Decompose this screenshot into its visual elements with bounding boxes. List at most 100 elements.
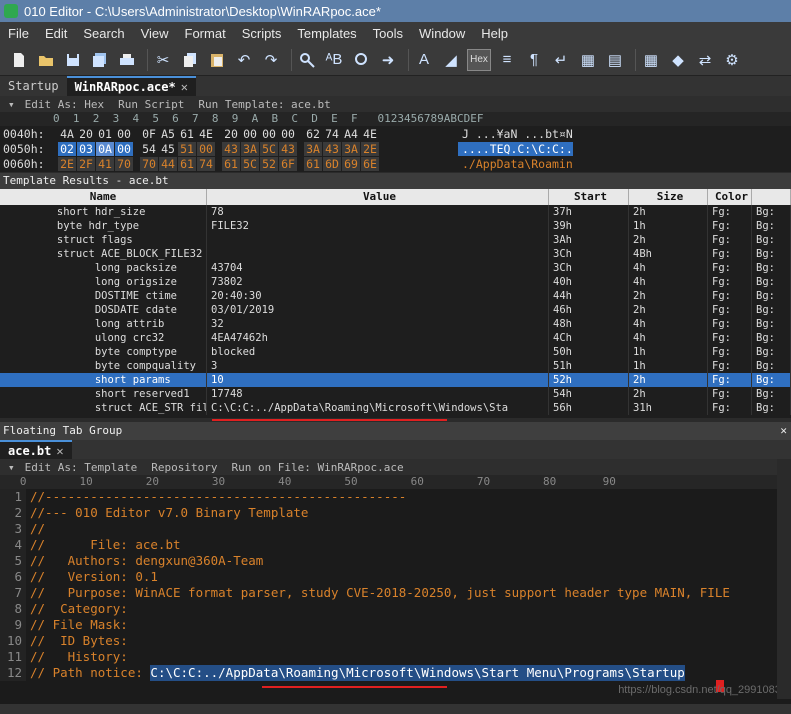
table-row[interactable]: short hdr_size 78 37h 2h Fg: Bg: bbox=[0, 205, 791, 219]
code-line[interactable]: 1 //-------------------------------------… bbox=[0, 489, 791, 505]
hex-row[interactable]: 0060h: 2E 2F 41 70 70 44 61 74 61 5C 52 6F 61 6D 69 6E ./… bbox=[0, 156, 791, 171]
col-value[interactable]: Value bbox=[207, 189, 549, 205]
print-icon[interactable] bbox=[116, 49, 138, 71]
menu-help[interactable]: Help bbox=[473, 26, 516, 41]
text-format-icon[interactable]: A bbox=[413, 49, 435, 71]
menu-file[interactable]: File bbox=[0, 26, 37, 41]
table-row[interactable]: ulong crc32 4EA47462h 4Ch 4h Fg: Bg: bbox=[0, 331, 791, 345]
hex-byte[interactable]: 43 bbox=[222, 141, 240, 156]
table-row[interactable]: long attrib 32 48h 4h Fg: Bg: bbox=[0, 317, 791, 331]
menu-scripts[interactable]: Scripts bbox=[234, 26, 290, 41]
hex-byte[interactable]: 61 bbox=[222, 156, 240, 171]
find-icon[interactable] bbox=[296, 49, 318, 71]
redo-icon[interactable]: ↷ bbox=[260, 49, 282, 71]
save-icon[interactable] bbox=[62, 49, 84, 71]
code-line[interactable]: 10 // ID Bytes: bbox=[0, 633, 791, 649]
hex-byte[interactable]: 61 bbox=[178, 156, 196, 171]
compare-icon[interactable]: ⇄ bbox=[694, 49, 716, 71]
hex-byte[interactable]: 6E bbox=[361, 156, 379, 171]
hex-byte[interactable]: 20 bbox=[77, 127, 95, 141]
hex-ascii[interactable]: J ...¥aN ...bt¤N bbox=[458, 127, 573, 141]
code-editor[interactable]: 1 //-------------------------------------… bbox=[0, 489, 791, 714]
hex-byte[interactable]: A5 bbox=[159, 127, 177, 141]
hex-byte[interactable]: 02 bbox=[58, 141, 76, 156]
highlight-icon[interactable]: ◢ bbox=[440, 49, 462, 71]
hex-byte[interactable]: 6D bbox=[323, 156, 341, 171]
code-line[interactable]: 11 // History: bbox=[0, 649, 791, 665]
code-line[interactable]: 9 // File Mask: bbox=[0, 617, 791, 633]
template-results-table[interactable]: short hdr_size 78 37h 2h Fg: Bg: byte hdr_typ… bbox=[0, 205, 791, 418]
hex-byte[interactable]: 4E bbox=[197, 127, 215, 141]
table-row[interactable]: byte comptype blocked 50h 1h Fg: Bg: bbox=[0, 345, 791, 359]
hex-byte[interactable]: 70 bbox=[140, 156, 158, 171]
edit-as-template-dropdown[interactable]: Edit As: Template bbox=[25, 461, 138, 474]
col-start[interactable]: Start bbox=[549, 189, 629, 205]
calculator-icon[interactable]: ▦ bbox=[640, 49, 662, 71]
table-row[interactable]: short reserved1 17748 54h 2h Fg: Bg: bbox=[0, 387, 791, 401]
col-name[interactable]: Name bbox=[0, 189, 207, 205]
tab-ace-bt[interactable]: ace.bt ✕ bbox=[0, 440, 72, 460]
edit-as-dropdown[interactable]: Edit As: Hex bbox=[25, 98, 104, 111]
col-color[interactable]: Color bbox=[708, 189, 752, 205]
hex-ascii[interactable]: ./AppData\Roamin bbox=[458, 157, 573, 171]
hex-byte[interactable]: 61 bbox=[178, 127, 196, 141]
hex-view[interactable]: 0040h: 4A 20 01 00 0F A5 61 4E 20 00 00 00 62 74 A4 4E J … bbox=[0, 126, 791, 172]
undo-icon[interactable]: ↶ bbox=[233, 49, 255, 71]
code-line[interactable]: 3 // bbox=[0, 521, 791, 537]
hex-byte[interactable]: 4E bbox=[361, 127, 379, 141]
hex-byte[interactable]: 54 bbox=[140, 142, 158, 156]
collapse-icon[interactable]: ▾ bbox=[8, 461, 15, 474]
table-row[interactable]: byte compquality 3 51h 1h Fg: Bg: bbox=[0, 359, 791, 373]
tab-winrarpoc[interactable]: WinRARpoc.ace* ✕ bbox=[66, 76, 196, 96]
code-line[interactable]: 6 // Version: 0.1 bbox=[0, 569, 791, 585]
close-icon[interactable]: ✕ bbox=[181, 80, 188, 94]
vertical-scrollbar[interactable] bbox=[777, 459, 791, 699]
hex-row[interactable]: 0050h: 02 03 0A 00 54 45 51 00 43 3A 5C 43 3A 43 3A 2E..… bbox=[0, 141, 791, 156]
hex-mode-button[interactable]: Hex bbox=[467, 48, 491, 71]
hex-byte[interactable]: 6F bbox=[279, 156, 297, 171]
hex-byte[interactable]: 03 bbox=[77, 141, 95, 156]
menu-tools[interactable]: Tools bbox=[365, 26, 411, 41]
code-line[interactable]: 5 // Authors: dengxun@360A-Team bbox=[0, 553, 791, 569]
table-row[interactable]: short params 10 52h 2h Fg: Bg: bbox=[0, 373, 791, 387]
run-on-file-dropdown[interactable]: Run on File: WinRARpoc.ace bbox=[231, 461, 403, 474]
hex-byte[interactable]: 3A bbox=[241, 141, 259, 156]
hex-ascii[interactable]: ....TEQ.C:\C:C:. bbox=[458, 141, 573, 156]
table-row[interactable]: struct flags 3Ah 2h Fg: Bg: bbox=[0, 233, 791, 247]
col-size[interactable]: Size bbox=[629, 189, 708, 205]
menu-window[interactable]: Window bbox=[411, 26, 473, 41]
code-line[interactable]: 12 // Path notice: C:\C:C:../AppData\Roam… bbox=[0, 665, 791, 681]
goto-arrow-icon[interactable]: ➜ bbox=[377, 49, 399, 71]
hex-byte[interactable]: 51 bbox=[178, 141, 196, 156]
hex-row[interactable]: 0040h: 4A 20 01 00 0F A5 61 4E 20 00 00 00 62 74 A4 4E J … bbox=[0, 126, 791, 141]
hex-byte[interactable]: 43 bbox=[323, 141, 341, 156]
code-line[interactable]: 4 // File: ace.bt bbox=[0, 537, 791, 553]
hex-byte[interactable]: 43 bbox=[279, 141, 297, 156]
hex-byte[interactable]: 44 bbox=[159, 156, 177, 171]
hex-byte[interactable]: 0F bbox=[140, 127, 158, 141]
hex-byte[interactable]: 00 bbox=[197, 141, 215, 156]
hex-byte[interactable]: 74 bbox=[323, 127, 341, 141]
menu-edit[interactable]: Edit bbox=[37, 26, 75, 41]
close-icon[interactable]: ✕ bbox=[56, 444, 63, 458]
run-script-dropdown[interactable]: Run Script bbox=[118, 98, 184, 111]
hex-byte[interactable]: 70 bbox=[115, 156, 133, 171]
copy-icon[interactable] bbox=[179, 49, 201, 71]
hex-byte[interactable]: 4A bbox=[58, 127, 76, 141]
grid-icon[interactable]: ▦ bbox=[577, 49, 599, 71]
tab-startup[interactable]: Startup bbox=[0, 76, 67, 96]
table-row[interactable]: long packsize 43704 3Ch 4h Fg: Bg: bbox=[0, 261, 791, 275]
menu-view[interactable]: View bbox=[133, 26, 177, 41]
hex-byte[interactable]: 20 bbox=[222, 127, 240, 141]
bookmark-icon[interactable]: ◆ bbox=[667, 49, 689, 71]
code-line[interactable]: 8 // Category: bbox=[0, 601, 791, 617]
table-row[interactable]: DOSTIME ctime 20:40:30 44h 2h Fg: Bg: bbox=[0, 289, 791, 303]
open-folder-icon[interactable] bbox=[35, 49, 57, 71]
hex-byte[interactable]: 74 bbox=[197, 156, 215, 171]
paste-icon[interactable] bbox=[206, 49, 228, 71]
hex-byte[interactable]: 45 bbox=[159, 142, 177, 156]
table-row[interactable]: long origsize 73802 40h 4h Fg: Bg: bbox=[0, 275, 791, 289]
repository-dropdown[interactable]: Repository bbox=[151, 461, 217, 474]
close-icon[interactable]: ✕ bbox=[780, 422, 787, 440]
hex-byte[interactable]: 2E bbox=[361, 141, 379, 156]
